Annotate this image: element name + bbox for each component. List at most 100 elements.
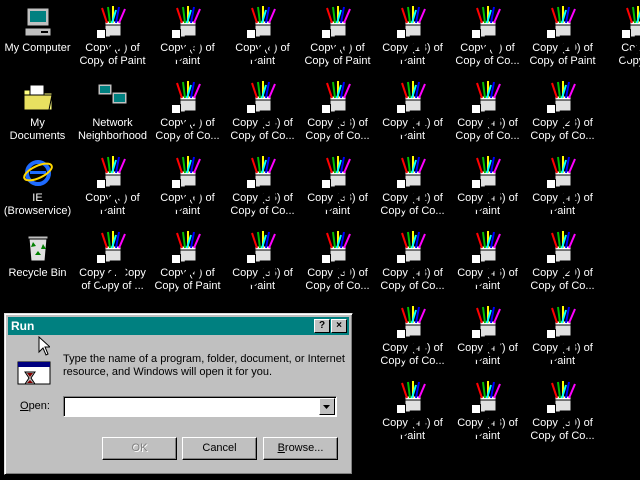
help-button[interactable]: ? <box>314 319 330 333</box>
paint-shortcut-icon <box>170 80 205 137</box>
desktop-icon[interactable]: Copy (46) of Paint <box>450 228 525 293</box>
desktop-icon[interactable]: Copy (8) of Paint <box>225 3 300 68</box>
desktop-icon[interactable]: Network Neighborhood <box>75 78 150 143</box>
desktop-icon[interactable]: Copy (30) of Copy of Co... <box>525 378 600 443</box>
shortcut-arrow-icon <box>545 404 575 437</box>
recycle-icon <box>21 230 55 264</box>
desktop-icon[interactable]: Copy (43) of Copy of Co... <box>375 228 450 293</box>
desktop-icon[interactable]: Copy (45) of Copy of Co... <box>450 78 525 143</box>
desktop-icon[interactable]: Copy (45) of Paint <box>450 153 525 218</box>
desktop-icon[interactable]: Copy ( Copy of <box>600 3 640 68</box>
open-label-text: pen: <box>28 400 50 412</box>
paint-shortcut-icon <box>170 5 205 62</box>
shortcut-arrow-icon <box>620 29 640 62</box>
paint-shortcut-icon <box>170 155 205 212</box>
desktop-icon[interactable]: Copy (3) of Paint <box>75 153 150 218</box>
desktop-icon[interactable]: Copy (6) of Paint <box>150 153 225 218</box>
paint-shortcut-icon <box>395 305 430 362</box>
desktop-icon[interactable]: Copy (7) of Copy of Co... <box>450 3 525 68</box>
desktop-icon[interactable]: Copy (38) of Paint <box>300 153 375 218</box>
desktop-icon[interactable]: Copy (38) of Copy of Co... <box>300 78 375 143</box>
shortcut-arrow-icon <box>395 404 425 437</box>
desktop-icon[interactable]: Copy (34) of Copy of Co... <box>225 78 300 143</box>
open-label-accel: O <box>20 400 29 412</box>
desktop-icon[interactable]: Copy (4) of Copy of Paint <box>150 228 225 293</box>
shortcut-arrow-icon <box>470 29 500 62</box>
paint-shortcut-icon <box>245 80 280 137</box>
paint-shortcut-icon <box>395 230 430 287</box>
run-title: Run <box>11 319 35 333</box>
close-button[interactable]: × <box>331 319 347 333</box>
desktop-icon[interactable]: IE (Browservice) <box>0 153 75 218</box>
paint-shortcut-icon <box>320 80 355 137</box>
open-combobox[interactable] <box>63 396 337 417</box>
desktop-icon[interactable]: Recycle Bin <box>0 228 75 280</box>
desktop-icon[interactable]: Copy (29) of Copy of Co... <box>525 228 600 293</box>
paint-shortcut-icon <box>620 5 640 62</box>
run-icon <box>17 361 51 385</box>
shortcut-arrow-icon <box>395 104 425 137</box>
mouse-cursor-icon <box>38 336 50 356</box>
desktop-icon[interactable]: Copy (44) of Copy of Co... <box>375 303 450 368</box>
desktop-icon[interactable]: Copy (6) of Copy of Paint <box>300 3 375 68</box>
dropdown-button[interactable] <box>319 398 335 415</box>
open-label: Open: <box>20 400 50 412</box>
shortcut-arrow-icon <box>470 254 500 287</box>
shortcut-arrow-icon <box>545 104 575 137</box>
desktop-icon[interactable]: Copy (43) of Paint <box>525 303 600 368</box>
desktop-icon[interactable]: Copy (42) of Paint <box>525 153 600 218</box>
paint-shortcut-icon <box>395 155 430 212</box>
desktop-icon[interactable]: My Computer <box>0 3 75 55</box>
desktop-icon[interactable]: Copy (2) of Copy of Paint <box>75 3 150 68</box>
paint-shortcut-icon <box>545 5 580 62</box>
shortcut-arrow-icon <box>395 329 425 362</box>
run-instructions: Type the name of a program, folder, docu… <box>63 353 345 378</box>
desktop-icon[interactable]: Copy (35) of Copy of Co... <box>225 153 300 218</box>
shortcut-arrow-icon <box>170 254 200 287</box>
shortcut-arrow-icon <box>545 329 575 362</box>
desktop-icon[interactable]: Copy (41) of Paint <box>375 78 450 143</box>
desktop-icon-label: My Documents <box>9 117 66 142</box>
shortcut-arrow-icon <box>245 29 275 62</box>
shortcut-arrow-icon <box>470 179 500 212</box>
shortcut-arrow-icon <box>470 404 500 437</box>
chevron-down-icon <box>323 405 330 409</box>
paint-shortcut-icon <box>395 5 430 62</box>
shortcut-arrow-icon <box>245 104 275 137</box>
shortcut-arrow-icon <box>395 29 425 62</box>
run-title-bar[interactable]: Run ? × <box>8 317 349 335</box>
desktop-icon[interactable]: Copy (39) of Copy of Co... <box>300 228 375 293</box>
paint-shortcut-icon <box>470 230 505 287</box>
desktop-icon[interactable]: Copy (44) of Paint <box>375 378 450 443</box>
desktop-icon-label: Recycle Bin <box>8 267 67 279</box>
desktop-icon[interactable]: Copy (10) of Copy of Paint <box>525 3 600 68</box>
desktop-icon-label: My Computer <box>4 42 71 54</box>
paint-shortcut-icon <box>95 5 130 62</box>
shortcut-arrow-icon <box>545 29 575 62</box>
paint-shortcut-icon <box>545 230 580 287</box>
desktop-icon[interactable]: My Documents <box>0 78 75 143</box>
desktop-icon[interactable]: Copy (48) of Paint <box>450 378 525 443</box>
desktop-icon[interactable]: Copy (42) of Copy of Co... <box>375 153 450 218</box>
network-icon <box>96 80 130 114</box>
paint-shortcut-icon <box>545 380 580 437</box>
desktop-icon[interactable]: Copy (2) of Copy of Co... <box>150 78 225 143</box>
desktop-icon[interactable]: Copy (5) of Paint <box>150 3 225 68</box>
open-input[interactable] <box>67 399 312 414</box>
paint-shortcut-icon <box>320 230 355 287</box>
desktop-icon[interactable]: Copy (13) of Paint <box>375 3 450 68</box>
ok-button[interactable]: OK <box>102 437 177 460</box>
shortcut-arrow-icon <box>170 179 200 212</box>
desktop-icon[interactable]: Copy (28) of Copy of Co... <box>525 78 600 143</box>
shortcut-arrow-icon <box>95 29 125 62</box>
paint-shortcut-icon <box>320 155 355 212</box>
desktop-icon[interactable]: Copy of Copy of Copy of ... <box>75 228 150 293</box>
paint-shortcut-icon <box>320 5 355 62</box>
shortcut-arrow-icon <box>545 179 575 212</box>
desktop-icon[interactable]: Copy (35) of Paint <box>225 228 300 293</box>
shortcut-arrow-icon <box>95 179 125 212</box>
cancel-button[interactable]: Cancel <box>182 437 257 460</box>
browse-button[interactable]: Browse... <box>263 437 338 460</box>
desktop-icon[interactable]: Copy (47) of Paint <box>450 303 525 368</box>
shortcut-arrow-icon <box>545 254 575 287</box>
